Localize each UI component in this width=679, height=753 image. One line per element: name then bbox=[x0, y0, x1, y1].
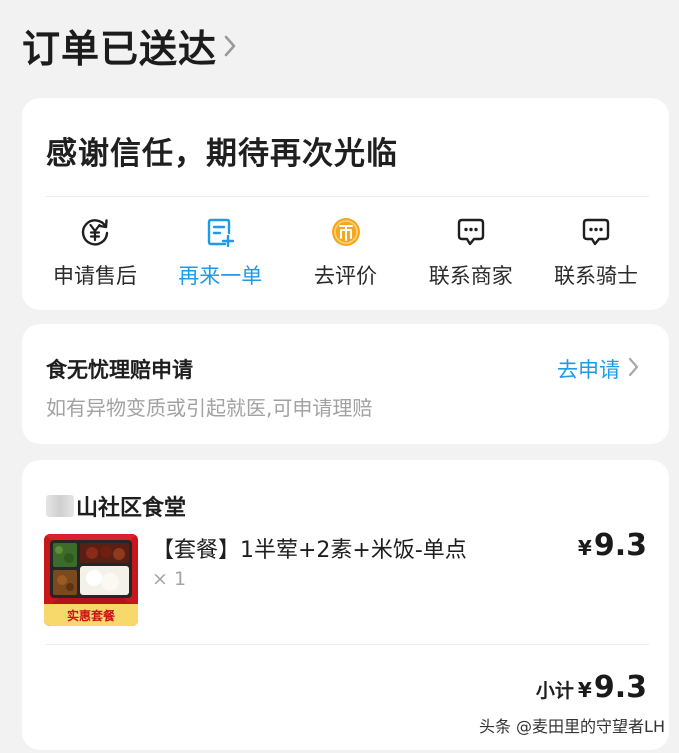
redacted-text bbox=[46, 495, 74, 517]
chevron-right-icon bbox=[628, 357, 639, 381]
apply-after-sales-label: 申请售后 bbox=[53, 264, 137, 288]
thanks-title: 感谢信任，期待再次光临 bbox=[46, 136, 398, 172]
claim-card[interactable]: 食无忧理赔申请 如有异物变质或引起就医,可申请理赔 去申请 bbox=[22, 324, 669, 444]
dish-image[interactable]: 实惠套餐 bbox=[44, 534, 138, 626]
subtotal-value: 9.3 bbox=[593, 670, 647, 705]
dish-price-currency: ¥ bbox=[577, 536, 592, 560]
order-status-page: 订单已送达 感谢信任，期待再次光临 申请售后 再来一单 去评价 联系商家 联系骑… bbox=[0, 0, 679, 753]
dish-image-label: 实惠套餐 bbox=[67, 608, 116, 623]
dish-quantity: × 1 bbox=[152, 568, 187, 590]
contact-rider-label: 联系骑士 bbox=[554, 264, 638, 288]
contact-merchant-button[interactable]: 联系商家 bbox=[412, 216, 530, 296]
review-button[interactable]: 去评价 bbox=[287, 216, 405, 296]
chat-bubble-icon bbox=[455, 216, 487, 248]
coin-icon bbox=[330, 216, 362, 248]
subtotal-label: 小计 bbox=[535, 680, 574, 702]
yuan-refresh-icon bbox=[79, 216, 111, 248]
reorder-button[interactable]: 再来一单 bbox=[161, 216, 279, 296]
shop-name[interactable]: 山社区食堂 bbox=[46, 490, 186, 522]
dish-name[interactable]: 【套餐】1半荤+2素+米饭-单点 bbox=[152, 532, 467, 564]
divider bbox=[46, 196, 649, 197]
contact-rider-button[interactable]: 联系骑士 bbox=[537, 216, 655, 296]
chevron-right-icon bbox=[223, 34, 237, 62]
review-label: 去评价 bbox=[314, 264, 377, 288]
divider bbox=[46, 644, 649, 645]
claim-subtitle: 如有异物变质或引起就医,可申请理赔 bbox=[46, 396, 373, 420]
reorder-note-icon bbox=[204, 216, 236, 248]
order-status-title: 订单已送达 bbox=[22, 27, 218, 71]
chat-bubble-icon bbox=[580, 216, 612, 248]
reorder-label: 再来一单 bbox=[178, 264, 263, 288]
dish-price-value: 9.3 bbox=[593, 528, 647, 563]
subtotal: 小计 ¥ 9.3 bbox=[536, 670, 647, 705]
apply-after-sales-button[interactable]: 申请售后 bbox=[36, 216, 154, 296]
subtotal-currency: ¥ bbox=[577, 678, 592, 702]
order-status-header[interactable]: 订单已送达 bbox=[22, 18, 237, 73]
apply-claim-link[interactable]: 去申请 bbox=[557, 354, 639, 384]
claim-title: 食无忧理赔申请 bbox=[46, 358, 193, 382]
contact-merchant-label: 联系商家 bbox=[428, 264, 513, 288]
thanks-card: 感谢信任，期待再次光临 申请售后 再来一单 去评价 联系商家 联系骑士 bbox=[22, 98, 669, 310]
dish-price: ¥9.3 bbox=[578, 528, 647, 563]
action-bar: 申请售后 再来一单 去评价 联系商家 联系骑士 bbox=[22, 216, 669, 296]
apply-claim-label: 去申请 bbox=[557, 358, 620, 382]
order-card: 山社区食堂 实惠套餐 【套餐】1半荤+2素+米饭-单点 × 1 ¥9.3 小计 … bbox=[22, 460, 669, 750]
watermark: 头条 @麦田里的守望者LH bbox=[478, 717, 665, 736]
shop-name-text: 山社区食堂 bbox=[76, 496, 187, 521]
